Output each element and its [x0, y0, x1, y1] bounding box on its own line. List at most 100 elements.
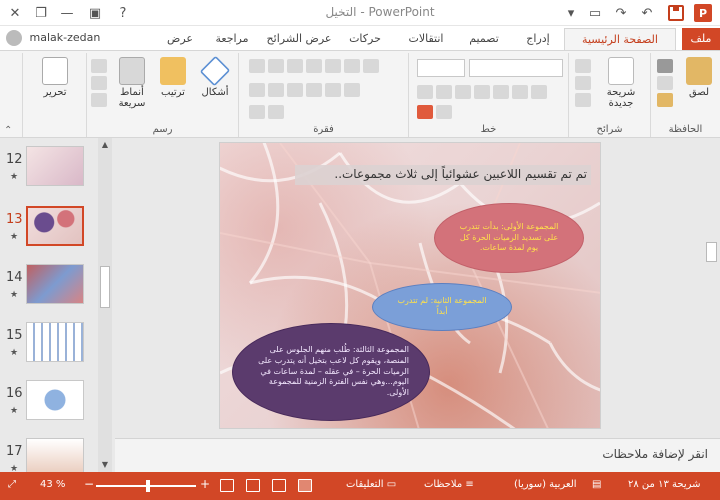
ltr-icon[interactable] — [363, 59, 379, 73]
group-two-bubble[interactable]: المجموعة الثانية: لم تتدرب أبداً — [372, 283, 512, 331]
notes-label: ملاحظات — [424, 479, 463, 490]
zoom-level[interactable]: 43 % — [40, 479, 65, 490]
arrange-button[interactable]: ترتيب — [153, 57, 193, 98]
shape-outline-icon[interactable] — [91, 76, 107, 90]
italic-icon[interactable] — [436, 85, 452, 99]
align-text-icon[interactable] — [249, 105, 265, 119]
arrange-icon — [160, 57, 186, 85]
tab-review[interactable]: مراجعة — [206, 28, 258, 50]
align-left-icon[interactable] — [249, 83, 265, 97]
tab-animations[interactable]: حركات — [340, 28, 390, 50]
clear-format-icon[interactable] — [436, 105, 452, 119]
tab-design[interactable]: تصميم — [458, 28, 510, 50]
rtl-icon[interactable] — [344, 59, 360, 73]
increase-indent-icon[interactable] — [306, 59, 322, 73]
zoom-out-icon[interactable]: − — [84, 477, 94, 491]
group-three-bubble[interactable]: المجموعة الثالثة: طُلب منهم الجلوس على ا… — [232, 323, 430, 421]
thumbnail-image — [26, 322, 84, 362]
shape-fill-icon[interactable] — [91, 59, 107, 73]
group-two-text: المجموعة الثانية: لم تتدرب أبداً — [397, 296, 487, 316]
drawing-small-buttons — [91, 59, 107, 107]
slideshow-from-start-icon[interactable]: ▭ — [584, 3, 606, 23]
strikethrough-icon[interactable] — [474, 85, 490, 99]
copy-icon[interactable] — [657, 76, 673, 90]
paste-button[interactable]: لصق — [679, 57, 719, 98]
drawing-group-label: رسم — [152, 124, 173, 135]
shape-effects-icon[interactable] — [91, 93, 107, 107]
scrollbar-thumb[interactable] — [100, 266, 110, 308]
columns-icon[interactable] — [325, 83, 341, 97]
language-status[interactable]: العربية (سوريا) — [514, 479, 577, 490]
change-case-icon[interactable] — [531, 85, 547, 99]
font-color-icon[interactable] — [417, 105, 433, 119]
underline-icon[interactable] — [455, 85, 471, 99]
zoom-slider-knob[interactable] — [146, 480, 150, 492]
quick-styles-button[interactable]: أنماط سريعة — [111, 57, 153, 109]
comments-button[interactable]: التعليقات ▭ — [346, 479, 396, 490]
current-slide[interactable]: تم تم تقسيم اللاعبين عشوائياً إلى ثلاث م… — [219, 142, 601, 429]
scroll-down-icon[interactable]: ▼ — [100, 460, 110, 470]
bold-icon[interactable] — [417, 85, 433, 99]
shapes-label: أشكال — [201, 87, 229, 98]
collapse-ribbon-icon[interactable]: ⌃ — [4, 125, 12, 136]
restore-window-icon[interactable]: ❐ — [30, 3, 52, 23]
font-color-row — [417, 105, 452, 119]
slideshow-view-icon[interactable] — [220, 479, 234, 492]
undo-icon[interactable]: ↶ — [636, 3, 658, 23]
minimize-window-icon[interactable]: — — [56, 3, 78, 23]
redo-icon[interactable]: ↷ — [610, 3, 632, 23]
font-size-field[interactable] — [417, 59, 465, 77]
justify-icon[interactable] — [306, 83, 322, 97]
group-one-bubble[interactable]: المجموعة الأولى: بدأت تتدرب على تسديد ال… — [434, 203, 584, 273]
slide-sorter-icon[interactable] — [272, 479, 286, 492]
decrease-indent-icon[interactable] — [287, 59, 303, 73]
tab-transitions[interactable]: انتقالات — [398, 28, 454, 50]
tab-home[interactable]: الصفحة الرئيسية — [564, 28, 676, 50]
tab-file[interactable]: ملف — [682, 28, 720, 50]
font-format-row — [417, 85, 547, 99]
align-right-icon[interactable] — [287, 83, 303, 97]
user-account[interactable]: malak-zedan — [6, 30, 100, 46]
line-spacing-icon[interactable] — [325, 59, 341, 73]
tab-slideshow[interactable]: عرض الشرائح — [262, 28, 336, 50]
format-painter-icon[interactable] — [657, 93, 673, 107]
thumbnails-scrollbar[interactable]: ▲ ▼ — [98, 138, 112, 472]
zoom-in-icon[interactable]: + — [200, 477, 210, 491]
fit-slide-icon[interactable]: ⤢ — [8, 479, 16, 490]
slide-title[interactable]: تم تم تقسيم اللاعبين عشوائياً إلى ثلاث م… — [295, 165, 591, 185]
tab-view[interactable]: عرض — [160, 28, 200, 50]
paste-icon — [686, 57, 712, 85]
help-icon[interactable]: ? — [112, 3, 134, 23]
reading-view-icon[interactable] — [246, 479, 260, 492]
text-direction-icon[interactable] — [344, 83, 360, 97]
customize-qat-icon[interactable]: ▾ — [560, 3, 582, 23]
ribbon-display-options-icon[interactable]: ▣ — [84, 3, 106, 23]
shapes-button[interactable]: أشكال — [195, 55, 235, 98]
shadow-icon[interactable] — [493, 85, 509, 99]
bullets-icon[interactable] — [249, 59, 265, 73]
normal-view-icon[interactable] — [298, 479, 312, 492]
smartart-icon[interactable] — [268, 105, 284, 119]
notes-button[interactable]: ملاحظات ≡ — [424, 479, 474, 490]
tab-insert[interactable]: إدراج — [518, 28, 558, 50]
close-window-icon[interactable]: ✕ — [4, 3, 26, 23]
notes-pane[interactable]: انقر لإضافة ملاحظات — [115, 438, 720, 472]
spelling-icon[interactable]: ▤ — [592, 479, 601, 490]
cut-icon[interactable] — [657, 59, 673, 73]
numbering-icon[interactable] — [268, 59, 284, 73]
spacing-icon[interactable] — [512, 85, 528, 99]
save-icon[interactable] — [668, 5, 684, 21]
align-center-icon[interactable] — [268, 83, 284, 97]
new-slide-button[interactable]: شريحة جديدة — [595, 57, 647, 109]
animation-star-icon: ★ — [10, 172, 19, 182]
editor-scrollbar[interactable] — [703, 138, 720, 438]
editing-group: تحرير — [22, 53, 86, 137]
reset-icon[interactable] — [575, 76, 591, 90]
arrange-label: ترتيب — [161, 87, 185, 98]
font-name-field[interactable] — [469, 59, 563, 77]
scroll-up-icon[interactable]: ▲ — [100, 140, 110, 150]
section-icon[interactable] — [575, 93, 591, 107]
scrollbar-thumb[interactable] — [706, 242, 717, 262]
editing-button[interactable]: تحرير — [33, 57, 77, 98]
layout-icon[interactable] — [575, 59, 591, 73]
